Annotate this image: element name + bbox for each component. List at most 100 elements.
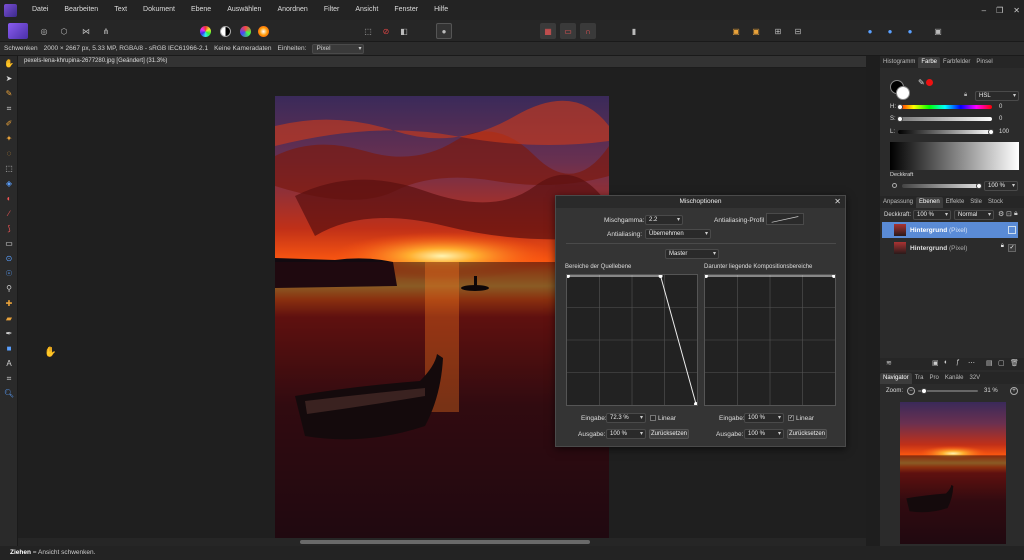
lock-icon[interactable]: 🔒︎: [964, 92, 967, 99]
auto-white-balance-icon[interactable]: [258, 26, 269, 37]
scrollbar-thumb[interactable]: [300, 540, 590, 544]
document-tab[interactable]: pexels-lena-khrupina-2677280.jpg [Geände…: [18, 56, 866, 68]
mask-layer-icon[interactable]: ▣: [932, 359, 939, 367]
aa-profile-curve[interactable]: [766, 213, 804, 225]
freehand-select-icon[interactable]: ◌: [0, 146, 18, 161]
layer-lock-icon[interactable]: ⊡: [1006, 210, 1012, 218]
auto-color-icon[interactable]: [240, 26, 251, 37]
zoom-out-icon[interactable]: −: [907, 387, 915, 395]
pen-tool-icon[interactable]: ✒: [0, 326, 18, 341]
layers-stack-icon[interactable]: ≋: [886, 359, 892, 367]
saturation-knob[interactable]: [897, 116, 903, 122]
live-filter-icon[interactable]: ƒ: [956, 359, 960, 366]
arrange-forward-icon[interactable]: ▣: [748, 23, 764, 39]
blend-mode-select[interactable]: Normal: [954, 210, 994, 220]
hue-slider[interactable]: [898, 105, 992, 109]
layer-lock-icon[interactable]: 🔒︎: [1001, 243, 1004, 250]
tab-pinsel[interactable]: Pinsel: [973, 57, 995, 68]
tab-kanaele[interactable]: Kanäle: [942, 373, 967, 384]
right-linear-checkbox[interactable]: ✓: [788, 415, 794, 421]
menu-filter[interactable]: Filter: [316, 0, 348, 20]
layer-row[interactable]: Hintergrund (Pixel): [882, 222, 1018, 238]
close-icon[interactable]: ✕: [834, 196, 841, 208]
tab-32v[interactable]: 32V: [967, 373, 984, 384]
layer-visibility-checkbox[interactable]: [1008, 226, 1016, 234]
tab-navigator[interactable]: Navigator: [880, 373, 912, 384]
tab-histogramm[interactable]: Histogramm: [880, 57, 918, 68]
zoom-tool-icon[interactable]: 🔍︎: [0, 386, 18, 401]
menu-auswaehlen[interactable]: Auswählen: [219, 0, 269, 20]
menu-text[interactable]: Text: [106, 0, 135, 20]
marquee-select-icon[interactable]: ⬚: [360, 23, 376, 39]
opacity-slider[interactable]: [902, 184, 978, 188]
color-model-select[interactable]: HSL: [975, 91, 1019, 101]
assistant-icon[interactable]: ●: [862, 23, 878, 39]
saturation-slider[interactable]: [898, 117, 992, 121]
left-output-select[interactable]: 100 %: [606, 429, 646, 439]
crop-tool-icon[interactable]: ⌗: [0, 101, 18, 116]
layer-opacity-select[interactable]: 100 %: [913, 210, 951, 220]
persona-photo-icon[interactable]: [8, 23, 28, 39]
menu-datei[interactable]: Datei: [24, 0, 56, 20]
marquee-tool-icon[interactable]: ⬚: [0, 161, 18, 176]
auto-levels-icon[interactable]: [200, 26, 211, 37]
selection-brush-icon[interactable]: ✐: [0, 116, 18, 131]
right-input-select[interactable]: 100 %: [744, 413, 784, 423]
opacity-knob[interactable]: [976, 183, 982, 189]
close-window-icon[interactable]: ✕: [1013, 6, 1020, 15]
tab-anpassung[interactable]: Anpassung: [880, 197, 916, 208]
move-tool-icon[interactable]: ➤: [0, 71, 18, 86]
dodge-burn-icon[interactable]: ⟆: [0, 221, 18, 236]
layer-lock-all-icon[interactable]: 🔒︎: [1014, 210, 1018, 218]
blur-brush-icon[interactable]: ⚲: [0, 281, 18, 296]
layer-visibility-checkbox[interactable]: ✓: [1008, 244, 1016, 252]
tab-ebenen[interactable]: Ebenen: [916, 197, 943, 208]
snapping-magnet-icon[interactable]: ∩: [580, 23, 596, 39]
delete-layer-icon[interactable]: 🗑︎: [1010, 359, 1019, 367]
smudge-brush-icon[interactable]: ☉: [0, 266, 18, 281]
brush-tool-mode-icon[interactable]: ▮: [626, 23, 642, 39]
left-input-select[interactable]: 72.3 %: [606, 413, 646, 423]
eyedropper-icon[interactable]: ✎: [918, 78, 925, 87]
liquify-persona-icon[interactable]: ◎: [36, 23, 52, 39]
color-spectrum[interactable]: [890, 142, 1019, 170]
adjustment-layer-icon[interactable]: ◐: [944, 359, 948, 366]
flood-select-icon[interactable]: ✦: [0, 131, 18, 146]
deselect-icon[interactable]: ⊘: [378, 23, 394, 39]
recent-color-swatch[interactable]: [926, 79, 933, 86]
color-picker-icon[interactable]: ✎: [0, 86, 18, 101]
minimize-icon[interactable]: –: [982, 6, 986, 15]
menu-anordnen[interactable]: Anordnen: [269, 0, 315, 20]
left-reset-button[interactable]: Zurücksetzen: [649, 429, 689, 439]
paint-brush-icon[interactable]: ∕: [0, 206, 18, 221]
tab-farbe[interactable]: Farbe: [918, 57, 941, 68]
develop-persona-icon[interactable]: ⬡: [56, 23, 72, 39]
rectangle-tool-icon[interactable]: ■: [0, 341, 18, 356]
app-logo[interactable]: [0, 0, 20, 20]
menu-ebene[interactable]: Ebene: [183, 0, 219, 20]
opacity-select[interactable]: 100 %: [984, 181, 1018, 191]
erase-brush-icon[interactable]: ▭: [0, 236, 18, 251]
aa-select[interactable]: Übernehmen: [645, 229, 711, 239]
view-tool-icon[interactable]: ✋: [0, 56, 18, 71]
lightness-slider[interactable]: [898, 130, 992, 134]
tab-farbfelder[interactable]: Farbfelder: [940, 57, 973, 68]
arrange-back-icon[interactable]: ▣: [728, 23, 744, 39]
right-reset-button[interactable]: Zurücksetzen: [787, 429, 827, 439]
gradient-tool-icon[interactable]: ◐: [0, 191, 18, 206]
snapping-grid-icon[interactable]: ▦: [540, 23, 556, 39]
left-linear-checkbox[interactable]: [650, 415, 656, 421]
tonemap-persona-icon[interactable]: ⋈: [78, 23, 94, 39]
tab-transform[interactable]: Tra: [912, 373, 927, 384]
menu-ansicht[interactable]: Ansicht: [347, 0, 386, 20]
right-output-select[interactable]: 100 %: [744, 429, 784, 439]
menu-bearbeiten[interactable]: Bearbeiten: [56, 0, 106, 20]
distribute-icon[interactable]: ⊟: [790, 23, 806, 39]
auto-contrast-icon[interactable]: [220, 26, 231, 37]
view-mode-icon[interactable]: ▣: [930, 23, 946, 39]
patch-tool-icon[interactable]: ▰: [0, 311, 18, 326]
export-persona-icon[interactable]: ⋔: [98, 23, 114, 39]
align-icon[interactable]: ⊞: [770, 23, 786, 39]
channel-select[interactable]: Master: [665, 249, 719, 259]
tab-stock[interactable]: Stock: [985, 197, 1006, 208]
